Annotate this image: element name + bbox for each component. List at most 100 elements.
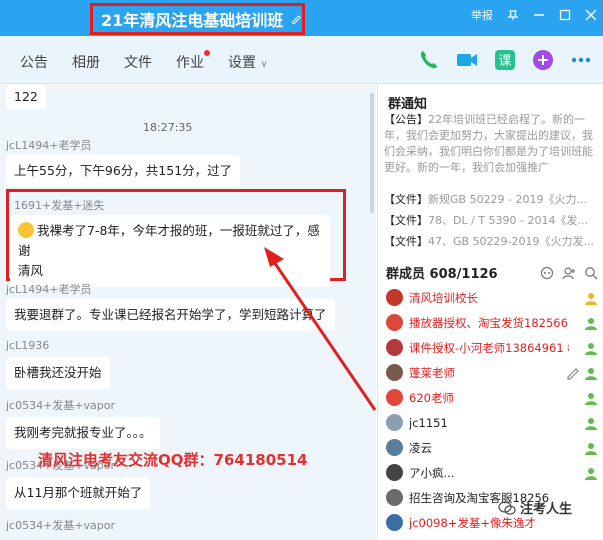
member-name: 播放器授权、淘宝发货1825661 — [409, 315, 569, 330]
owner-role-icon — [585, 292, 597, 305]
member-name: 凌云 — [409, 440, 432, 455]
message-timestamp: 18:27:35 — [143, 121, 193, 134]
message-sender[interactable]: jc0534+发基+vapor — [6, 517, 115, 533]
pin-icon[interactable] — [507, 9, 519, 21]
file-name: 新规GB 50229 - 2019《火力... — [428, 193, 588, 206]
file-item[interactable]: 【文件】78、DL / T 5390 - 2014《发... — [384, 210, 598, 231]
avatar — [386, 339, 403, 356]
admin-role-icon — [585, 442, 597, 455]
add-app-icon[interactable] — [531, 48, 555, 72]
file-tag: 【文件】 — [384, 193, 428, 206]
message-text: 清风 — [18, 263, 44, 278]
member-item[interactable]: 620老师 — [386, 385, 598, 410]
message-sender[interactable]: jcL1936 — [6, 339, 49, 352]
minimize-icon[interactable] — [533, 9, 545, 21]
tab-settings-label: 设置 — [228, 55, 256, 71]
message-text: 我刚考完就报专业了。。。 — [14, 425, 152, 440]
admin-role-icon — [585, 367, 597, 380]
emoji-icon — [18, 222, 34, 238]
group-info-panel: 群通知 【公告】22年培训班已经启程了。新的一年，我们会更加努力，大家提出的建议… — [377, 85, 603, 540]
message-bubble: 上午55分，下午96分，共151分，过了 — [6, 155, 241, 187]
svg-text:课: 课 — [498, 54, 511, 69]
message-text: 从11月那个班就开始了 — [14, 485, 143, 500]
group-notice[interactable]: 【公告】22年培训班已经启程了。新的一年，我们会更加努力，大家提出的建议，我们会… — [384, 112, 594, 176]
add-member-icon[interactable] — [562, 266, 576, 280]
member-name: ア小疯... — [409, 465, 455, 480]
message-text: 上午55分，下午96分，共151分，过了 — [14, 163, 233, 178]
admin-role-icon — [585, 392, 597, 405]
file-list: 【文件】新规GB 50229 - 2019《火力... 【文件】78、DL / … — [384, 189, 598, 252]
members-header: 群成员 608/1126 — [386, 263, 598, 282]
edit-title-icon[interactable] — [291, 12, 302, 26]
close-icon[interactable] — [585, 9, 597, 21]
file-name: 47、GB 50229-2019《火力发... — [428, 235, 595, 248]
avatar — [386, 489, 403, 506]
message-sender[interactable]: jc0534+发基+vapor — [6, 397, 115, 413]
video-icon[interactable] — [455, 48, 479, 72]
admin-role-icon — [585, 342, 597, 355]
annotation-arrow — [264, 247, 376, 411]
edit-icon[interactable] — [566, 366, 580, 380]
member-name: 蓬莱老师 — [409, 365, 455, 380]
phone-icon[interactable] — [417, 48, 441, 72]
message-bubble: 我刚考完就报专业了。。。 — [6, 417, 160, 449]
message-bubble: 从11月那个班就开始了 — [6, 477, 151, 509]
member-name: 课件授权-小河老师13864961 8 — [409, 340, 569, 355]
watermark: 注考人生 — [498, 498, 572, 517]
notice-label: 【公告】 — [384, 113, 428, 126]
member-name: jc1151 — [409, 415, 448, 430]
tab-announcement[interactable]: 公告 — [20, 52, 48, 72]
file-tag: 【文件】 — [384, 214, 428, 227]
member-item[interactable]: jc1151 — [386, 410, 598, 435]
admin-role-icon — [585, 317, 597, 330]
report-link[interactable]: 举报 — [471, 7, 493, 23]
member-name: 清风培训校长 — [409, 290, 478, 305]
tab-settings[interactable]: 设置 ∨ — [228, 52, 268, 72]
member-item[interactable]: 播放器授权、淘宝发货1825661 — [386, 310, 598, 335]
file-item[interactable]: 【文件】新规GB 50229 - 2019《火力... — [384, 189, 598, 210]
tab-homework[interactable]: 作业 — [176, 50, 210, 72]
watermark-text: 注考人生 — [520, 502, 573, 517]
message-sender[interactable]: 1691+发基+迷失 — [14, 197, 104, 213]
member-item[interactable]: 课件授权-小河老师13864961 8 — [386, 335, 598, 360]
avatar — [386, 464, 403, 481]
avatar — [386, 314, 403, 331]
file-tag: 【文件】 — [384, 235, 428, 248]
member-item[interactable]: 凌云 — [386, 435, 598, 460]
members-count: 群成员 608/1126 — [386, 267, 498, 282]
avatar — [386, 439, 403, 456]
file-name: 78、DL / T 5390 - 2014《发... — [428, 214, 588, 227]
member-item[interactable]: ア小疯... — [386, 460, 598, 485]
member-item[interactable]: 蓬莱老师 — [386, 360, 598, 385]
avatar — [386, 389, 403, 406]
title-highlight-box: 21年清风注电基础培训班 — [90, 3, 305, 35]
file-item[interactable]: 【文件】47、GB 50229-2019《火力发... — [384, 231, 598, 252]
more-icon[interactable] — [569, 48, 593, 72]
avatar — [386, 289, 403, 306]
member-name: 620老师 — [409, 390, 454, 405]
chat-scrollbar[interactable] — [370, 93, 374, 213]
avatar — [386, 414, 403, 431]
tab-album[interactable]: 相册 — [72, 52, 100, 72]
notification-dot — [204, 50, 210, 56]
member-manage-icon[interactable] — [540, 266, 554, 280]
group-title[interactable]: 21年清风注电基础培训班 — [101, 7, 283, 31]
message-sender[interactable]: jcL1494+老学员 — [6, 281, 91, 297]
admin-role-icon — [585, 417, 597, 430]
chat-pane[interactable]: 122 18:27:35 jcL1494+老学员 上午55分，下午96分，共15… — [0, 85, 376, 540]
homework-icon[interactable]: 课 — [493, 48, 517, 72]
chevron-down-icon: ∨ — [260, 59, 268, 70]
avatar — [386, 364, 403, 381]
title-bar: 21年清风注电基础培训班 举报 — [0, 0, 603, 36]
tab-homework-label: 作业 — [176, 55, 204, 71]
notice-title: 群通知 — [388, 97, 428, 112]
search-icon[interactable] — [584, 266, 598, 280]
group-toolbar: 公告 相册 文件 作业 设置 ∨ 课 — [0, 36, 603, 84]
member-item[interactable]: 清风培训校长 — [386, 285, 598, 310]
message-text: 卧槽我还没开始 — [14, 365, 102, 380]
tab-files[interactable]: 文件 — [124, 52, 152, 72]
message-bubble: 122 — [6, 85, 46, 109]
message-sender[interactable]: jcL1494+老学员 — [6, 137, 91, 153]
admin-role-icon — [585, 467, 597, 480]
maximize-icon[interactable] — [559, 9, 571, 21]
